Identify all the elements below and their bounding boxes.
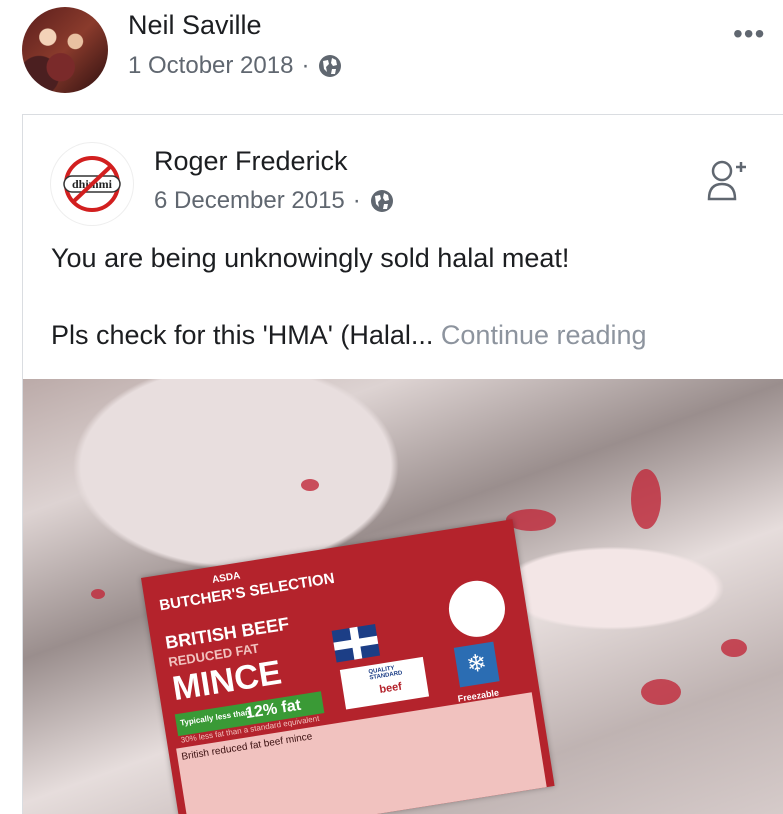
beef-text: beef	[378, 680, 403, 697]
author-avatar[interactable]	[22, 7, 108, 93]
shared-post-card[interactable]: dhimmi Roger Frederick 6 December 2015 ·…	[22, 114, 783, 814]
quality-standard-badge: QUALITY STANDARD beef	[339, 656, 430, 710]
post-photo[interactable]: ASDA BUTCHER'S SELECTION BRITISH BEEF RE…	[23, 379, 783, 814]
shared-author-name[interactable]: Roger Frederick	[154, 146, 348, 177]
fat-prefix: Typically less than	[179, 707, 251, 728]
shared-post-date-text: 6 December 2015	[154, 187, 345, 214]
add-friend-icon[interactable]	[706, 157, 746, 203]
label-brand: BUTCHER'S SELECTION	[158, 569, 336, 615]
union-jack-icon	[331, 623, 381, 663]
globe-icon	[319, 55, 342, 77]
label-brand-small: ASDA	[211, 570, 242, 586]
photo-detail	[631, 469, 661, 529]
assured-tractor-icon	[441, 573, 513, 645]
date-separator: ·	[301, 52, 310, 79]
meat-package-label: ASDA BUTCHER'S SELECTION BRITISH BEEF RE…	[141, 519, 555, 814]
photo-detail	[641, 679, 681, 705]
date-separator: ·	[352, 187, 361, 214]
post-text-line1: You are being unknowingly sold halal mea…	[51, 243, 570, 273]
photo-detail	[301, 479, 319, 491]
quality-text: QUALITY STANDARD	[368, 665, 403, 682]
globe-icon	[370, 190, 393, 212]
photo-detail	[91, 589, 105, 599]
post-text-snippet: Pls check for this 'HMA' (Halal...	[51, 320, 434, 350]
shared-post-date[interactable]: 6 December 2015 ·	[154, 187, 395, 215]
post-date[interactable]: 1 October 2018 ·	[128, 52, 343, 80]
shared-author-avatar[interactable]: dhimmi	[51, 143, 133, 225]
continue-reading-link[interactable]: Continue reading	[441, 320, 647, 350]
author-name[interactable]: Neil Saville	[128, 10, 262, 41]
snowflake-icon: ❄	[453, 641, 500, 688]
post-text-line2: Pls check for this 'HMA' (Halal... Conti…	[51, 320, 647, 351]
no-dhimmi-logo-icon: dhimmi	[63, 156, 121, 212]
more-options-icon[interactable]: •••	[733, 18, 765, 50]
post-date-text: 1 October 2018	[128, 52, 294, 79]
photo-detail	[721, 639, 747, 657]
